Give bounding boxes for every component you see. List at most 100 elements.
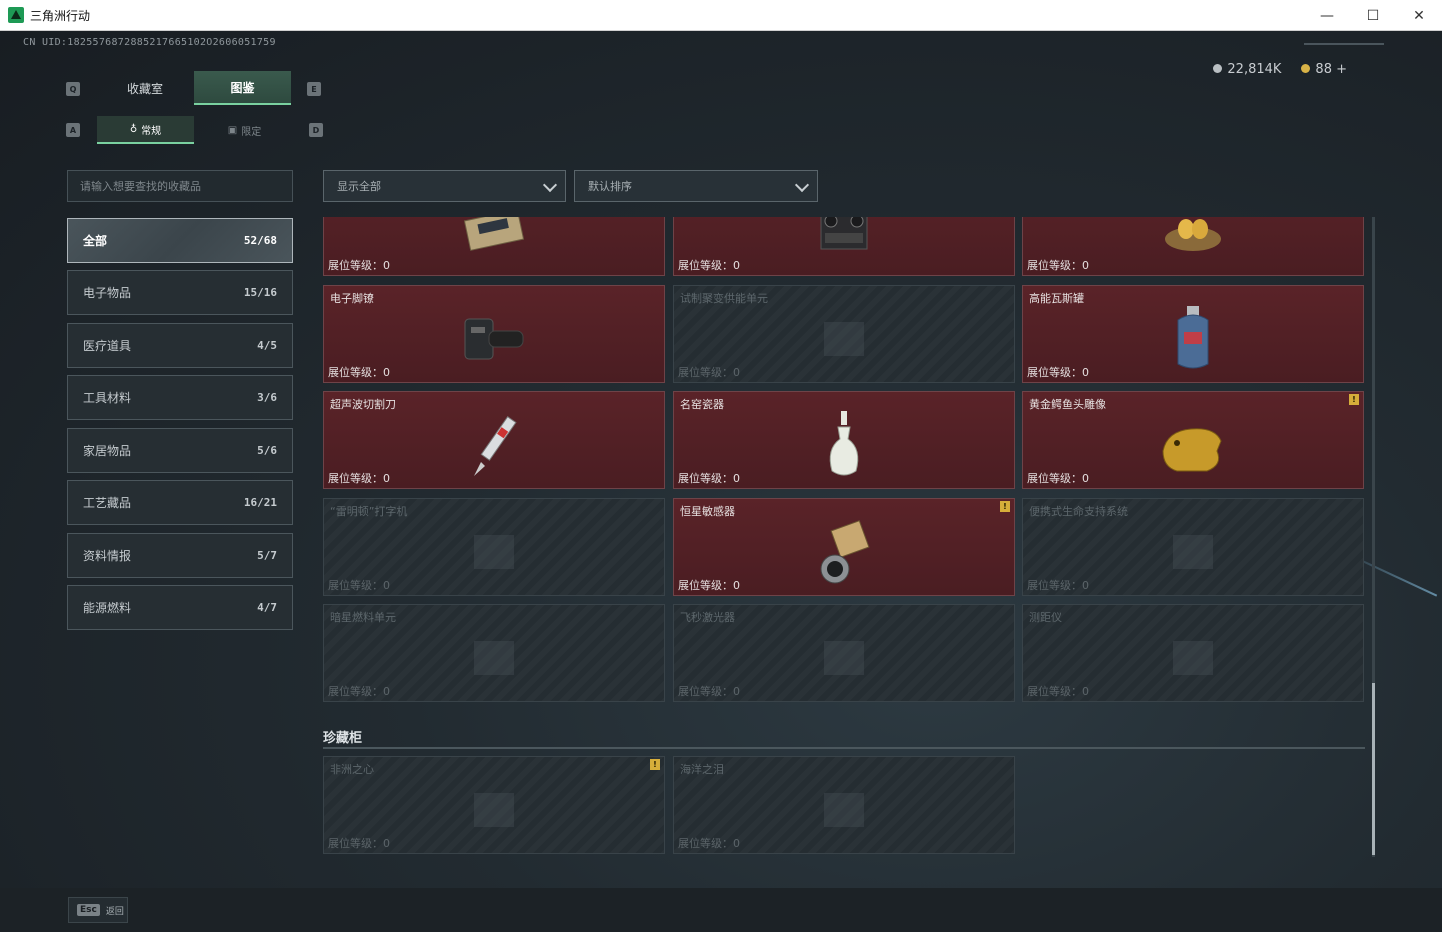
collection-card[interactable]: 电子脚镣展位等级：0 bbox=[323, 285, 665, 383]
item-level: 展位等级：0 bbox=[1027, 472, 1089, 485]
tab-collection-room[interactable]: 收藏室 bbox=[97, 71, 193, 105]
back-button[interactable]: Esc 返回 bbox=[68, 897, 128, 923]
subtab-regular-label: 常规 bbox=[141, 125, 162, 137]
item-name: 名窑瓷器 bbox=[680, 398, 724, 411]
item-image bbox=[1153, 304, 1233, 374]
collection-card[interactable]: 展位等级：0 bbox=[323, 217, 665, 276]
item-name: 电子脚镣 bbox=[330, 292, 374, 305]
top-divider bbox=[1304, 43, 1384, 45]
item-image bbox=[454, 775, 534, 845]
chevron-down-icon bbox=[542, 177, 558, 193]
item-image bbox=[454, 410, 534, 480]
close-button[interactable]: ✕ bbox=[1396, 0, 1442, 31]
item-image bbox=[454, 304, 534, 374]
category-item[interactable]: 资料情报 5/7 bbox=[67, 533, 293, 578]
silver-coin-icon bbox=[1213, 64, 1223, 73]
collection-card[interactable]: “雷明顿”打字机 展位等级：0 bbox=[323, 498, 665, 596]
item-name: “雷明顿”打字机 bbox=[330, 505, 408, 518]
item-level: 展位等级：0 bbox=[678, 685, 740, 698]
category-count: 4/5 bbox=[257, 339, 277, 352]
item-name: 测距仪 bbox=[1029, 611, 1062, 624]
category-label: 能源燃料 bbox=[83, 601, 132, 615]
collection-card[interactable]: 便携式生命支持系统 展位等级：0 bbox=[1022, 498, 1364, 596]
alert-badge-icon: ! bbox=[1349, 394, 1359, 405]
collection-card[interactable]: 超声波切割刀 展位等级：0 bbox=[323, 391, 665, 489]
category-label: 资料情报 bbox=[83, 549, 132, 563]
silver-currency: 22,814K bbox=[1213, 62, 1281, 77]
collection-card[interactable]: 展位等级：0 bbox=[1022, 217, 1364, 276]
collection-card[interactable]: 暗星燃料单元 展位等级：0 bbox=[323, 604, 665, 702]
item-name: 便携式生命支持系统 bbox=[1029, 505, 1128, 518]
collection-card[interactable]: 恒星敏感器 展位等级：0! bbox=[673, 498, 1015, 596]
category-item[interactable]: 电子物品 15/16 bbox=[67, 270, 293, 315]
item-name: 非洲之心 bbox=[330, 763, 374, 776]
chevron-down-icon bbox=[794, 177, 810, 193]
category-item[interactable]: 能源燃料 4/7 bbox=[67, 585, 293, 630]
category-item[interactable]: 家居物品 5/6 bbox=[67, 428, 293, 473]
collection-card[interactable]: 海洋之泪 展位等级：0 bbox=[673, 756, 1015, 854]
item-level: 展位等级：0 bbox=[678, 837, 740, 850]
gold-amount: 88 + bbox=[1315, 62, 1347, 77]
tab-catalog[interactable]: 图鉴 bbox=[194, 71, 291, 105]
category-label: 工具材料 bbox=[83, 391, 132, 405]
category-item[interactable]: 医疗道具 4/5 bbox=[67, 323, 293, 368]
maximize-button[interactable]: ☐ bbox=[1350, 0, 1396, 31]
collection-card[interactable]: 飞秒激光器展位等级：0 bbox=[673, 604, 1015, 702]
item-level: 展位等级：0 bbox=[678, 259, 740, 272]
sort-dropdown[interactable]: 默认排序 bbox=[574, 170, 818, 202]
category-label: 工艺藏品 bbox=[83, 496, 132, 510]
collection-card[interactable]: 黄金鳄鱼头雕像 展位等级：0! bbox=[1022, 391, 1364, 489]
collection-card[interactable]: 测距仪 展位等级：0 bbox=[1022, 604, 1364, 702]
alert-badge-icon: ! bbox=[1000, 501, 1010, 512]
item-image bbox=[804, 410, 884, 480]
alert-badge-icon: ! bbox=[650, 759, 660, 770]
category-label: 医疗道具 bbox=[83, 339, 132, 353]
player-uid: CN UID:1825576872885217665102O2606051759 bbox=[23, 37, 276, 48]
collection-search-input[interactable]: 请输入想要查找的收藏品 bbox=[67, 170, 293, 202]
back-button-label: 返回 bbox=[105, 906, 124, 917]
category-item[interactable]: 工具材料 3/6 bbox=[67, 375, 293, 420]
app-logo-icon bbox=[8, 7, 24, 23]
window-title: 三角洲行动 bbox=[30, 8, 91, 23]
category-item[interactable]: 工艺藏品 16/21 bbox=[67, 480, 293, 525]
collection-card[interactable]: 试制聚变供能单元 展位等级：0 bbox=[673, 285, 1015, 383]
tab-next-key: E bbox=[307, 82, 321, 96]
subtab-limited[interactable]: ▣ 限定 bbox=[196, 116, 293, 144]
category-item[interactable]: 全部 52/68 bbox=[67, 218, 293, 263]
item-level: 展位等级：0 bbox=[1027, 579, 1089, 592]
item-name: 暗星燃料单元 bbox=[330, 611, 396, 624]
item-level: 展位等级：0 bbox=[678, 366, 740, 379]
item-name: 飞秒激光器 bbox=[680, 611, 735, 624]
category-count: 3/6 bbox=[257, 391, 277, 404]
item-level: 展位等级：0 bbox=[678, 579, 740, 592]
collection-card[interactable]: 高能瓦斯罐 展位等级：0 bbox=[1022, 285, 1364, 383]
item-image bbox=[804, 623, 884, 693]
grid-scrollbar-thumb[interactable] bbox=[1372, 683, 1375, 855]
silver-amount: 22,814K bbox=[1227, 62, 1282, 77]
minimize-button[interactable]: — bbox=[1304, 0, 1350, 31]
item-level: 展位等级：0 bbox=[328, 579, 390, 592]
category-count: 52/68 bbox=[243, 234, 277, 247]
limited-icon: ▣ bbox=[227, 124, 238, 136]
gold-currency[interactable]: 88 + bbox=[1301, 62, 1347, 77]
section-divider bbox=[323, 747, 1365, 749]
collection-card[interactable]: 展位等级：0 bbox=[673, 217, 1015, 276]
window-controls: — ☐ ✕ bbox=[1304, 0, 1442, 31]
item-image bbox=[454, 623, 534, 693]
filter-dropdown[interactable]: 显示全部 bbox=[323, 170, 566, 202]
item-level: 展位等级：0 bbox=[328, 837, 390, 850]
item-image bbox=[1153, 623, 1233, 693]
item-level: 展位等级：0 bbox=[328, 366, 390, 379]
category-count: 16/21 bbox=[243, 496, 277, 509]
subtab-prev-key: A bbox=[66, 123, 80, 137]
item-image bbox=[804, 217, 884, 267]
subtab-next-key: D bbox=[309, 123, 323, 137]
item-image bbox=[1153, 517, 1233, 587]
item-image bbox=[454, 217, 534, 267]
collection-card[interactable]: 非洲之心展位等级：0! bbox=[323, 756, 665, 854]
collection-card[interactable]: 名窑瓷器 展位等级：0 bbox=[673, 391, 1015, 489]
item-image bbox=[804, 517, 884, 587]
category-count: 4/7 bbox=[257, 601, 277, 614]
subtab-regular[interactable]: ♁ 常规 bbox=[97, 116, 194, 144]
esc-key: Esc bbox=[77, 904, 100, 916]
